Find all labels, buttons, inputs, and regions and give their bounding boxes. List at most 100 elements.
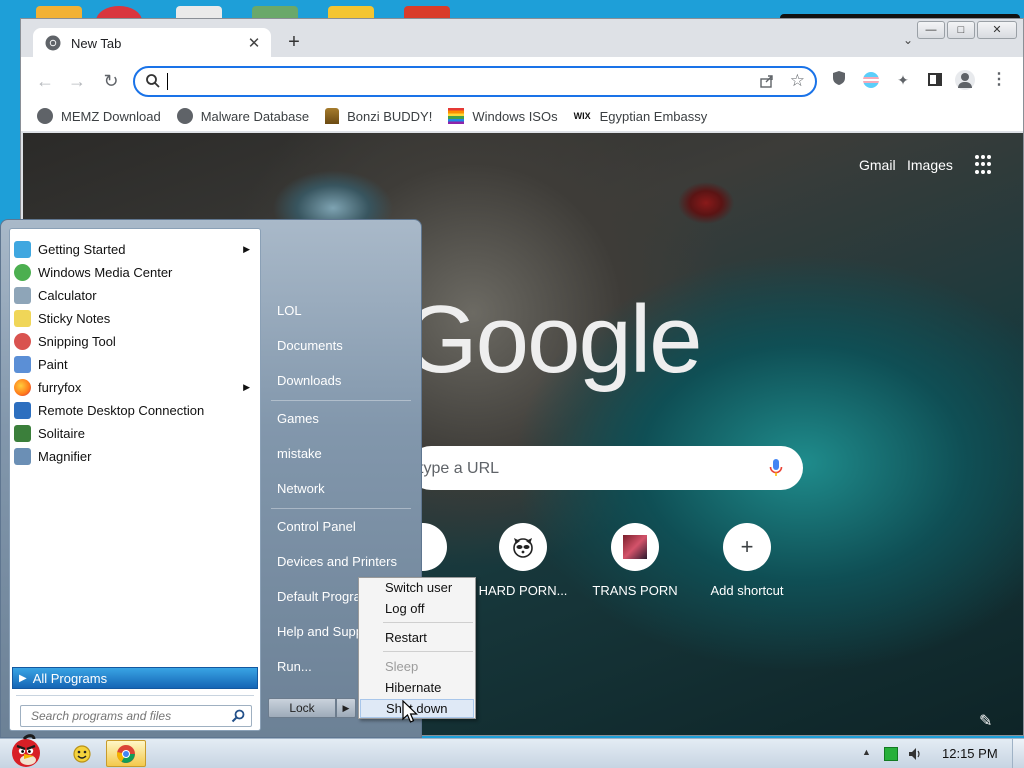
start-right-item[interactable]: mistake bbox=[277, 446, 322, 461]
back-arrow-icon[interactable]: ← bbox=[33, 69, 57, 93]
program-label: Magnifier bbox=[38, 449, 92, 464]
program-item[interactable]: Snipping Tool bbox=[12, 330, 258, 353]
search-icon bbox=[146, 74, 160, 88]
start-search-box[interactable] bbox=[20, 705, 252, 727]
menu-item-hibernate[interactable]: Hibernate bbox=[360, 678, 474, 697]
start-right-item[interactable]: Control Panel bbox=[277, 519, 356, 534]
start-right-item[interactable]: LOL bbox=[277, 303, 302, 318]
start-right-item[interactable]: Network bbox=[277, 481, 325, 496]
share-icon[interactable] bbox=[759, 73, 775, 89]
add-shortcut-tile[interactable]: + Add shortcut bbox=[697, 523, 797, 598]
shortcut-label: TRANS PORN bbox=[592, 583, 678, 598]
lock-button[interactable]: Lock bbox=[268, 698, 336, 718]
extensions-puzzle-icon[interactable]: ✦ bbox=[893, 70, 913, 90]
start-right-item[interactable]: Devices and Printers bbox=[277, 554, 397, 569]
bookmark-label: Windows ISOs bbox=[472, 108, 558, 124]
trans-flag-extension-icon[interactable] bbox=[861, 70, 881, 90]
taskbar-chrome-button[interactable] bbox=[106, 740, 146, 767]
minimize-button[interactable]: — bbox=[917, 21, 945, 39]
solitaire-icon bbox=[14, 425, 31, 442]
profile-avatar-icon[interactable] bbox=[955, 70, 975, 90]
ublock-shield-icon[interactable] bbox=[829, 70, 849, 90]
side-panel-icon[interactable] bbox=[925, 70, 945, 90]
microphone-icon[interactable] bbox=[769, 458, 783, 478]
google-logo: Google bbox=[403, 286, 703, 393]
reload-icon[interactable]: ↻ bbox=[99, 69, 123, 93]
menu-item-switch-user[interactable]: Switch user bbox=[360, 578, 474, 597]
program-label: Paint bbox=[38, 357, 68, 372]
globe-icon bbox=[176, 108, 193, 124]
close-tab-icon[interactable]: ✕ bbox=[245, 34, 263, 52]
wix-icon: WIX bbox=[573, 111, 591, 121]
all-programs-button[interactable]: ▶ All Programs bbox=[12, 667, 258, 689]
start-right-item[interactable]: Downloads bbox=[277, 373, 341, 388]
bookmark-item[interactable]: Windows ISOs bbox=[448, 108, 558, 124]
google-apps-icon[interactable] bbox=[975, 155, 995, 175]
program-item[interactable]: Magnifier bbox=[12, 445, 258, 468]
more-menu-icon[interactable]: ⋮ bbox=[989, 70, 1009, 90]
start-right-item[interactable]: Run... bbox=[277, 659, 312, 674]
search-icon bbox=[231, 709, 245, 723]
program-item[interactable]: Windows Media Center bbox=[12, 261, 258, 284]
start-menu-programs-pane: Getting Started ▶ Windows Media Center C… bbox=[9, 228, 261, 731]
taskbar: ▲ 12:15 PM bbox=[0, 734, 1024, 768]
start-right-item[interactable]: Documents bbox=[277, 338, 343, 353]
program-label: Getting Started bbox=[38, 242, 126, 257]
google-search-box[interactable]: type a URL bbox=[409, 446, 803, 490]
menu-item-log-off[interactable]: Log off bbox=[360, 599, 474, 618]
taskbar-app-button[interactable] bbox=[62, 740, 102, 767]
close-window-button[interactable]: ✕ bbox=[977, 21, 1017, 39]
bonzi-icon bbox=[325, 108, 340, 124]
firefox-icon bbox=[14, 379, 31, 396]
show-desktop-button[interactable] bbox=[1012, 739, 1024, 768]
bookmark-label: MEMZ Download bbox=[61, 108, 161, 124]
address-bar[interactable]: ☆ bbox=[133, 66, 817, 97]
maximize-button[interactable]: □ bbox=[947, 21, 975, 39]
bookmark-item[interactable]: Malware Database bbox=[176, 108, 309, 124]
program-item[interactable]: Sticky Notes bbox=[12, 307, 258, 330]
raccoon-icon bbox=[499, 523, 547, 571]
tab-new-tab[interactable]: New Tab ✕ bbox=[33, 28, 271, 58]
divider bbox=[383, 651, 473, 652]
program-item[interactable]: Remote Desktop Connection bbox=[12, 399, 258, 422]
forward-arrow-icon[interactable]: → bbox=[65, 69, 89, 93]
rainbow-flag-icon bbox=[448, 108, 465, 124]
address-input[interactable] bbox=[167, 70, 747, 93]
program-label: Remote Desktop Connection bbox=[38, 403, 205, 418]
program-item[interactable]: Calculator bbox=[12, 284, 258, 307]
images-link[interactable]: Images bbox=[907, 157, 953, 173]
site-thumbnail-icon bbox=[611, 523, 659, 571]
program-item[interactable]: Getting Started ▶ bbox=[12, 238, 258, 261]
divider bbox=[271, 508, 411, 509]
menu-item-restart[interactable]: Restart bbox=[360, 628, 474, 647]
tab-title: New Tab bbox=[71, 35, 122, 51]
start-button[interactable] bbox=[4, 733, 48, 768]
sticky-notes-icon bbox=[14, 310, 31, 327]
program-label: Calculator bbox=[38, 288, 97, 303]
bookmark-item[interactable]: WIX Egyptian Embassy bbox=[574, 109, 708, 124]
power-options-arrow-button[interactable]: ▶ bbox=[336, 698, 356, 718]
gmail-link[interactable]: Gmail bbox=[859, 157, 896, 173]
mouse-cursor-icon bbox=[402, 700, 418, 723]
shortcut-tile[interactable]: TRANS PORN bbox=[585, 523, 685, 598]
bookmark-item[interactable]: Bonzi BUDDY! bbox=[325, 108, 432, 124]
program-item[interactable]: Solitaire bbox=[12, 422, 258, 445]
start-search-input[interactable] bbox=[31, 709, 221, 723]
program-item[interactable]: furryfox ▶ bbox=[12, 376, 258, 399]
new-tab-button[interactable]: + bbox=[283, 31, 305, 53]
bookmark-label: Egyptian Embassy bbox=[599, 108, 708, 124]
bookmark-item[interactable]: MEMZ Download bbox=[37, 108, 161, 124]
action-center-icon[interactable] bbox=[884, 747, 898, 761]
show-hidden-icons-button[interactable]: ▲ bbox=[862, 747, 871, 757]
bookmark-star-icon[interactable]: ☆ bbox=[790, 71, 805, 91]
program-item[interactable]: Paint bbox=[12, 353, 258, 376]
divider bbox=[16, 695, 254, 696]
start-right-item[interactable]: Games bbox=[277, 411, 319, 426]
program-label: Solitaire bbox=[38, 426, 85, 441]
volume-icon[interactable] bbox=[908, 747, 922, 761]
program-label: furryfox bbox=[38, 380, 82, 395]
chevron-down-icon[interactable]: ⌄ bbox=[903, 33, 913, 47]
system-clock[interactable]: 12:15 PM bbox=[942, 746, 998, 761]
shortcut-tile[interactable]: HARD PORN... bbox=[473, 523, 573, 598]
customize-pencil-icon[interactable]: ✎ bbox=[979, 711, 992, 731]
